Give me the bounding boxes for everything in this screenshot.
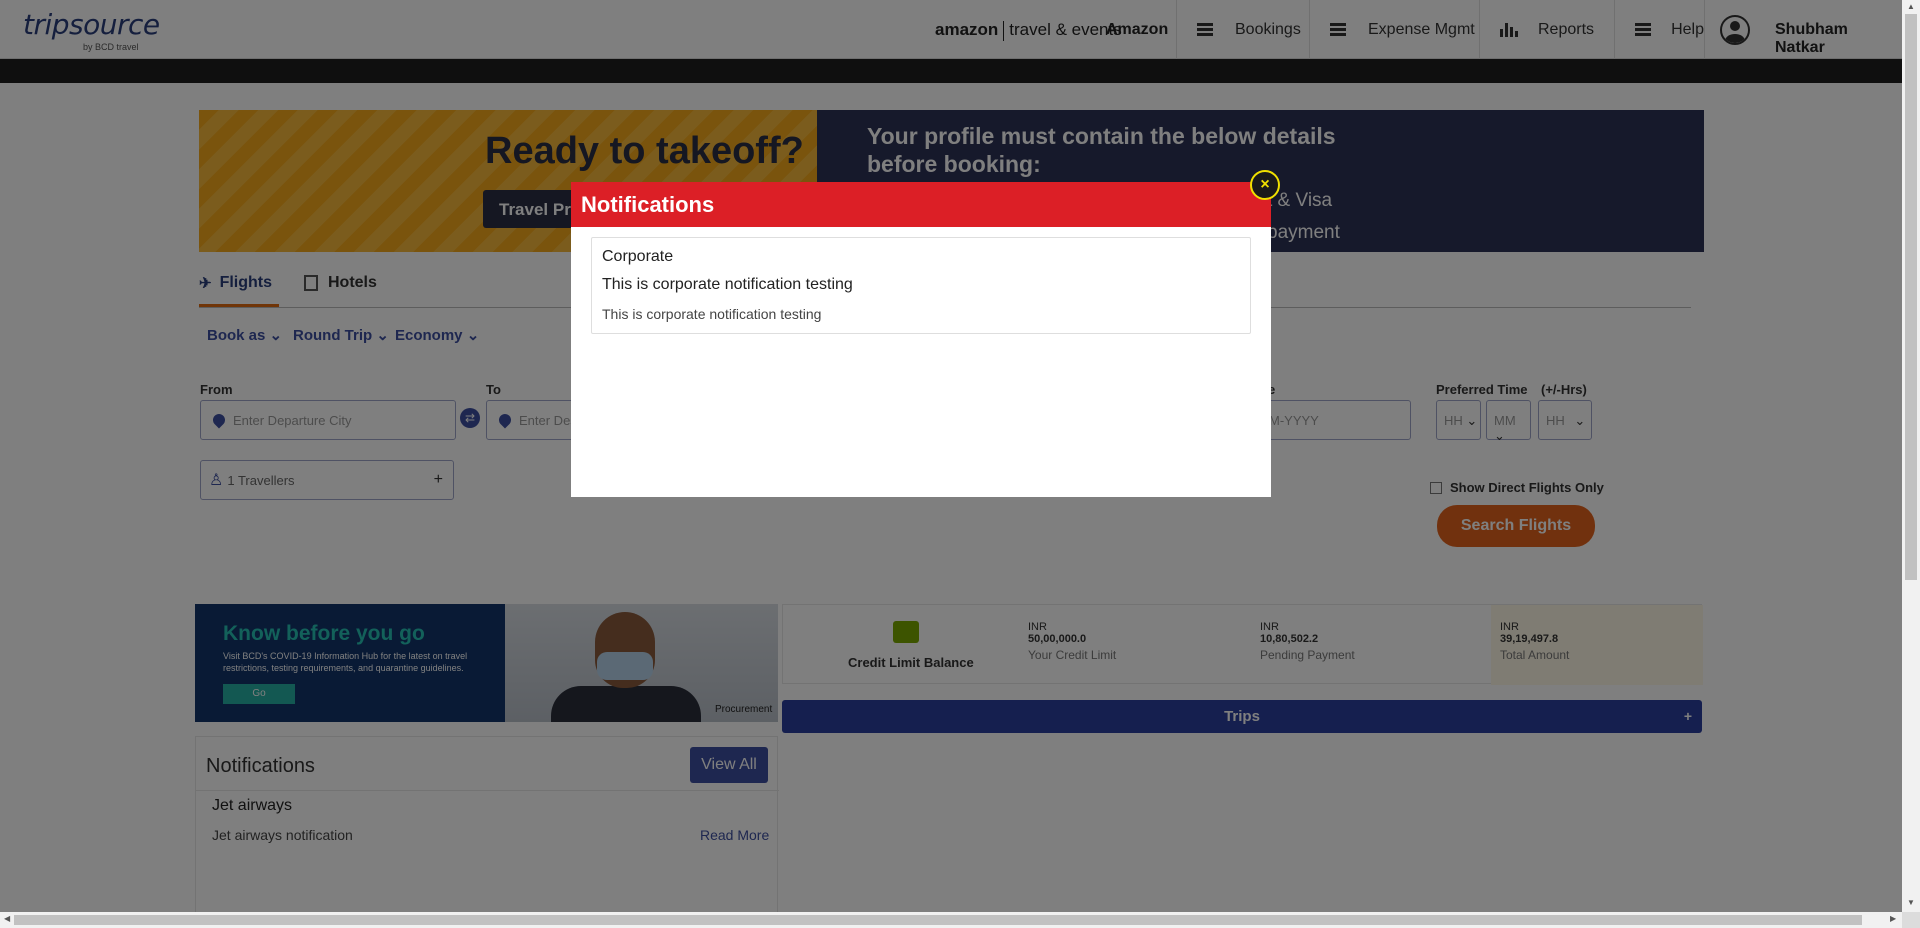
- horizontal-scroll-thumb[interactable]: [14, 915, 1862, 925]
- horizontal-scrollbar[interactable]: ◀ ▶: [0, 912, 1902, 928]
- notification-card-title: This is corporate notification testing: [602, 276, 853, 293]
- notifications-modal: Notifications Corporate This is corporat…: [571, 182, 1271, 497]
- scrollbar-corner: [1902, 912, 1920, 928]
- scroll-down-arrow-icon[interactable]: ▼: [1907, 898, 1915, 907]
- scroll-left-arrow-icon[interactable]: ◀: [4, 914, 10, 923]
- vertical-scrollbar[interactable]: ▲ ▼: [1902, 0, 1920, 912]
- notification-card-desc: This is corporate notification testing: [602, 306, 822, 322]
- notification-category: Corporate: [602, 248, 674, 265]
- scroll-up-arrow-icon[interactable]: ▲: [1907, 2, 1915, 11]
- modal-title: Notifications: [571, 182, 1271, 227]
- scroll-right-arrow-icon[interactable]: ▶: [1890, 914, 1896, 923]
- vertical-scroll-thumb[interactable]: [1905, 14, 1917, 580]
- notification-card: Corporate This is corporate notification…: [591, 237, 1251, 334]
- close-icon[interactable]: ×: [1250, 170, 1280, 200]
